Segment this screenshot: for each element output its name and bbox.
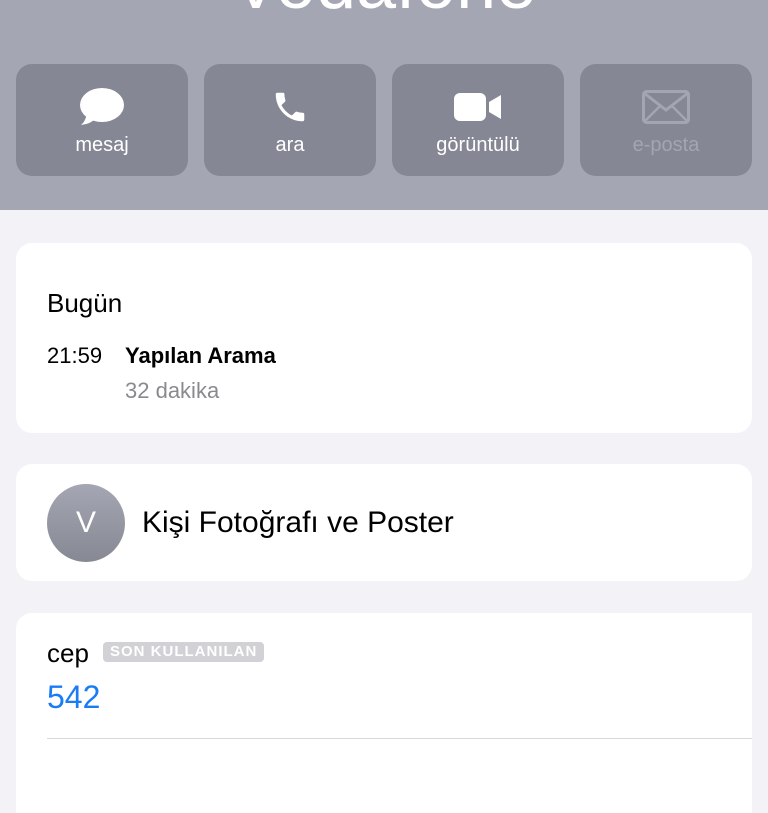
envelope-icon — [580, 86, 752, 128]
video-call-button-label: görüntülü — [436, 134, 520, 156]
call-type: Yapılan Arama — [125, 343, 276, 368]
call-time: 21:59 — [47, 343, 103, 368]
email-button[interactable]: e-posta — [580, 64, 752, 176]
divider — [47, 738, 752, 739]
message-button[interactable]: mesaj — [16, 64, 188, 176]
contact-name: Vodafone — [0, 0, 768, 20]
contact-photo-poster-row[interactable]: V Kişi Fotoğrafı ve Poster — [16, 464, 752, 581]
recents-day-heading: Bugün — [47, 288, 123, 318]
email-button-label: e-posta — [632, 134, 700, 156]
message-button-label: mesaj — [75, 134, 129, 156]
call-duration: 32 dakika — [125, 378, 220, 403]
recent-calls-card: Bugün 21:59 Yapılan Arama 32 dakika — [16, 243, 752, 433]
avatar-initial: V — [75, 506, 96, 539]
video-call-button[interactable]: görüntülü — [392, 64, 564, 176]
phone-number-link[interactable]: 542 — [47, 679, 100, 716]
call-button-label: ara — [275, 134, 305, 156]
contact-header: Vodafone mesaj ara görüntülü — [0, 0, 768, 210]
phone-label: cep — [47, 638, 89, 668]
avatar: V — [47, 484, 125, 562]
video-camera-icon — [392, 86, 564, 128]
contact-photo-poster-label: Kişi Fotoğrafı ve Poster — [142, 506, 454, 539]
recently-used-badge: SON KULLANILAN — [103, 642, 265, 662]
phone-icon — [204, 86, 376, 128]
message-bubble-icon — [16, 86, 188, 128]
call-button[interactable]: ara — [204, 64, 376, 176]
phone-number-card: cep SON KULLANILAN 542 — [16, 613, 752, 813]
